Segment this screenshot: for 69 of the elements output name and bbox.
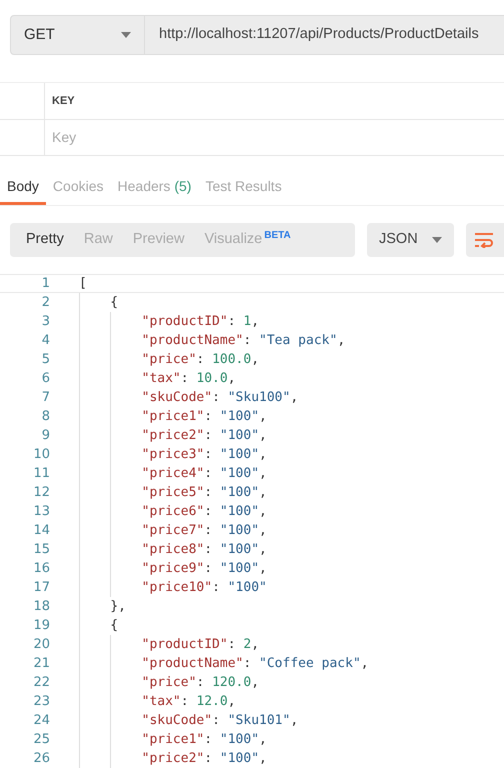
code-line: "price10": "100" — [140, 578, 267, 597]
line-number: 16 — [32, 560, 50, 578]
code-line: "price3": "100", — [140, 446, 267, 464]
line-number: 1 — [40, 274, 50, 293]
code-line: "price8": "100", — [140, 540, 267, 559]
line-number: 25 — [32, 730, 50, 749]
code-line: "price": 120.0, — [140, 674, 260, 692]
line-number: 3 — [40, 312, 50, 331]
line-number: 6 — [40, 370, 50, 388]
line-number: 17 — [32, 578, 50, 597]
line-number: 12 — [32, 484, 50, 502]
line-number: 11 — [32, 464, 50, 483]
code-line: "price2": "100", — [140, 750, 267, 768]
caret-icon — [432, 237, 442, 243]
key-field[interactable]: Key — [52, 120, 504, 155]
code-line: }, — [109, 598, 126, 616]
code-line: "skuCode": "Sku100", — [140, 388, 298, 407]
line-number: 23 — [32, 692, 50, 711]
response-tab[interactable]: Headers (5) — [110, 170, 198, 205]
code-line: { — [109, 616, 118, 635]
line-number: 26 — [32, 750, 50, 768]
line-number: 20 — [32, 636, 50, 654]
code-line: "price": 100.0, — [140, 350, 260, 369]
line-number: 8 — [40, 408, 50, 426]
code-line: [ — [79, 274, 87, 293]
code-line: "tax": 12.0, — [140, 692, 236, 711]
line-number: 9 — [40, 426, 50, 445]
line-number: 2 — [40, 294, 50, 312]
caret-icon — [121, 32, 131, 38]
line-number: 15 — [32, 540, 50, 559]
line-number: 5 — [40, 350, 50, 369]
code-line: "price9": "100", — [140, 560, 267, 578]
code-line: "tax": 10.0, — [140, 370, 236, 388]
method-dropdown[interactable]: GET — [10, 15, 145, 55]
view-mode-tab[interactable]: Preview — [122, 229, 194, 251]
line-number: 19 — [32, 616, 50, 635]
line-number: 18 — [32, 598, 50, 616]
line-number: 4 — [40, 332, 50, 350]
wrap-lines-icon — [474, 232, 494, 248]
response-tab[interactable]: Body — [0, 170, 46, 205]
code-line: "productName": "Coffee pack", — [140, 654, 369, 673]
line-number: 22 — [32, 674, 50, 692]
column-header: KEY — [52, 94, 75, 109]
wrap-button[interactable] — [466, 223, 504, 257]
code-line: "skuCode": "Sku101", — [140, 712, 298, 730]
code-line: "price7": "100", — [140, 522, 267, 540]
line-number: 24 — [32, 712, 50, 730]
view-mode-tab[interactable]: Visualize$^{BETA}$ — [194, 229, 301, 251]
code-line: "productName": "Tea pack", — [140, 332, 346, 350]
code-line: "productID": 1, — [140, 312, 260, 331]
code-line: "price1": "100", — [140, 408, 267, 426]
response-tab[interactable]: Cookies — [46, 170, 111, 205]
code-line: "price6": "100", — [140, 502, 267, 521]
code-line: "price5": "100", — [140, 484, 267, 502]
code-line: { — [109, 294, 118, 312]
view-mode-tab[interactable]: Raw — [74, 229, 123, 251]
code-line: "price4": "100", — [140, 464, 267, 483]
format-dropdown[interactable]: JSON — [367, 223, 454, 257]
code-line: "price2": "100", — [140, 426, 267, 445]
line-number: 10 — [32, 446, 50, 464]
code-line: "productID": 2, — [140, 636, 260, 654]
url-field[interactable]: http://localhost:11207/api/Products/ProductDetails — [145, 15, 504, 55]
line-number: 13 — [32, 502, 50, 521]
view-mode-tab[interactable]: Pretty — [16, 229, 74, 251]
code-line: "price1": "100", — [140, 730, 267, 749]
line-number: 21 — [32, 654, 50, 673]
line-number: 7 — [40, 388, 50, 407]
line-number: 14 — [32, 522, 50, 540]
response-tab[interactable]: Test Results — [198, 170, 289, 205]
